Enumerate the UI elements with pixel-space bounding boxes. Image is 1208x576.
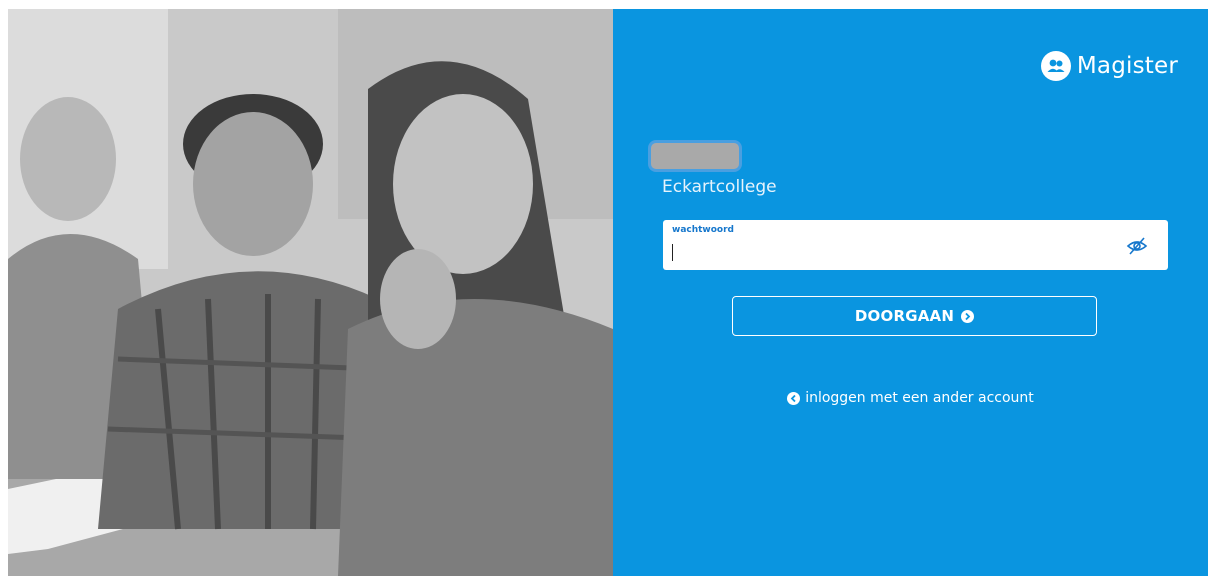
login-page: Magister Eckartcollege wachtwoord DOORGA… (0, 0, 1208, 576)
text-caret (672, 244, 673, 261)
school-name: Eckartcollege (662, 177, 777, 197)
password-input[interactable] (675, 242, 1119, 266)
other-account-link[interactable]: inloggen met een ander account (613, 390, 1208, 406)
password-label: wachtwoord (672, 225, 734, 235)
other-account-label: inloggen met een ander account (805, 390, 1034, 406)
continue-label: DOORGAAN (854, 307, 955, 325)
chevron-left-circle-icon (787, 391, 801, 405)
chevron-right-circle-icon (961, 309, 975, 323)
brand-logo: Magister (1040, 51, 1178, 81)
hero-photo (8, 9, 613, 576)
eye-slash-icon[interactable] (1126, 235, 1148, 257)
brand-name: Magister (1076, 53, 1178, 79)
people-icon (1040, 51, 1071, 81)
password-field[interactable]: wachtwoord (663, 220, 1168, 270)
continue-button[interactable]: DOORGAAN (732, 296, 1097, 336)
login-panel: Magister Eckartcollege wachtwoord DOORGA… (613, 9, 1208, 576)
user-avatar-redacted (651, 143, 739, 169)
